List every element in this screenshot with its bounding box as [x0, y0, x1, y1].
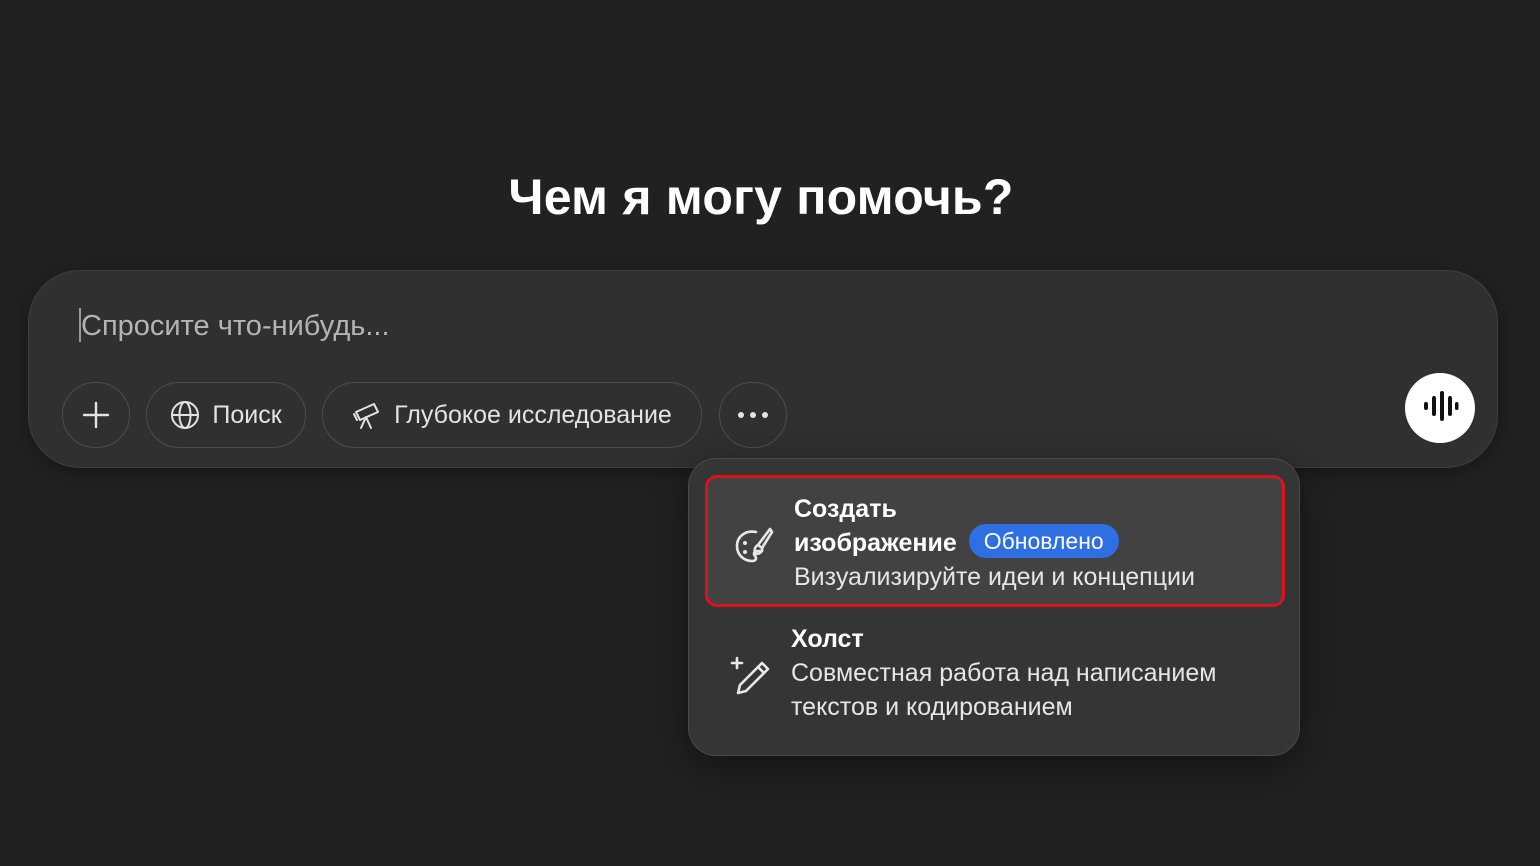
deep-research-button[interactable]: Глубокое исследование — [322, 382, 702, 448]
menu-item-description: Визуализируйте идеи и концепции — [794, 563, 1195, 591]
ellipsis-icon — [737, 411, 769, 419]
globe-icon — [170, 400, 200, 430]
more-tools-button[interactable] — [719, 382, 787, 448]
menu-item-text: Создать изображение Обновлено Визуализир… — [794, 492, 1274, 594]
menu-item-title: Холст — [791, 625, 864, 653]
plus-icon — [82, 401, 110, 429]
menu-item-canvas[interactable]: Холст Совместная работа над написанием т… — [705, 615, 1285, 739]
telescope-icon — [352, 400, 382, 430]
prompt-input[interactable] — [81, 305, 1181, 347]
voice-waveform-icon — [1421, 390, 1459, 426]
menu-item-title: Создать — [794, 495, 897, 523]
menu-item-title-line2: изображение Обновлено — [794, 524, 1274, 560]
search-label: Поиск — [212, 400, 282, 429]
paint-palette-icon — [732, 523, 776, 567]
menu-item-text: Холст Совместная работа над написанием т… — [791, 622, 1271, 724]
menu-item-description: Совместная работа над написанием — [791, 659, 1217, 687]
menu-item-description-line2: текстов и кодированием — [791, 693, 1073, 721]
page-title: Чем я могу помочь? — [508, 169, 1014, 225]
deep-research-label: Глубокое исследование — [394, 400, 672, 429]
menu-item-title-continued: изображение — [794, 529, 957, 557]
tools-menu: Создать изображение Обновлено Визуализир… — [688, 458, 1300, 756]
pencil-sparkle-icon — [729, 655, 773, 699]
search-button[interactable]: Поиск — [146, 382, 306, 448]
voice-mode-button[interactable] — [1405, 373, 1475, 443]
menu-item-create-image[interactable]: Создать изображение Обновлено Визуализир… — [705, 475, 1285, 607]
chat-composer: Поиск Глубокое исследование — [28, 270, 1498, 468]
app-page: Чем я могу помочь? Поиск — [0, 0, 1540, 866]
updated-badge: Обновлено — [968, 524, 1119, 558]
attach-button[interactable] — [62, 382, 130, 448]
